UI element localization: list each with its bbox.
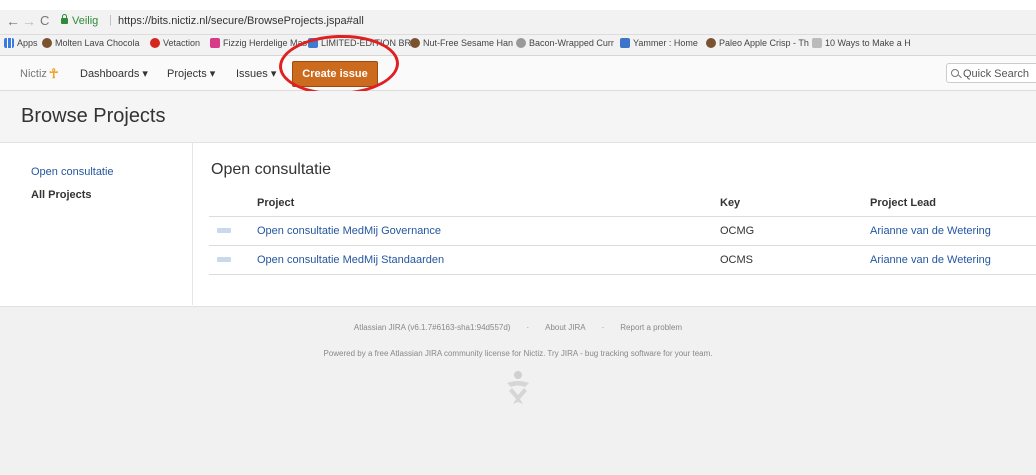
chef-icon [706, 38, 716, 48]
project-avatar [217, 228, 231, 233]
m-icon [210, 38, 220, 48]
project-link[interactable]: Open consultatie MedMij Standaarden [257, 254, 444, 266]
project-avatar [217, 257, 231, 262]
cropped-top-text [0, 0, 1036, 10]
project-key: OCMS [720, 254, 753, 266]
chef-icon [410, 38, 420, 48]
table-row: Open consultatie MedMij Standaarden OCMS… [209, 246, 1036, 274]
footer: Atlassian JIRA (v6.1.7#6163-sha1:94d557d… [0, 306, 1036, 475]
menu-projects[interactable]: Projects ▾ [167, 67, 215, 80]
page-header: Browse Projects [0, 91, 1036, 143]
column-header-key: Key [720, 197, 741, 209]
about-jira-link[interactable]: About JIRA [545, 323, 585, 332]
bookmark-item[interactable]: Paleo Apple Crisp - Th [706, 38, 809, 48]
quick-search-input[interactable]: Quick Search [946, 63, 1036, 83]
project-lead-link[interactable]: Arianne van de Wetering [870, 225, 991, 237]
projects-content: Open consultatie Project Key Project Lea… [193, 143, 1036, 305]
secure-label: Veilig [72, 15, 99, 27]
separator: | [109, 14, 112, 26]
jira-version[interactable]: Atlassian JIRA (v6.1.7#6163-sha1:94d557d… [354, 323, 511, 332]
bookmark-item[interactable]: Yammer : Home [620, 38, 698, 48]
sidebar-item-open-consultatie[interactable]: Open consultatie [31, 166, 114, 178]
page-icon [812, 38, 822, 48]
reload-button[interactable]: C [40, 13, 49, 28]
page-title: Browse Projects [21, 105, 166, 127]
bookmark-item[interactable]: Nut-Free Sesame Han [410, 38, 513, 48]
bookmark-item[interactable]: 10 Ways to Make a H [812, 38, 911, 48]
project-link[interactable]: Open consultatie MedMij Governance [257, 225, 441, 237]
search-icon [951, 69, 959, 77]
bookmark-item[interactable]: Vetaction [150, 38, 200, 48]
bookmark-apps[interactable]: Apps [4, 38, 38, 48]
chef-icon [42, 38, 52, 48]
footer-links: Atlassian JIRA (v6.1.7#6163-sha1:94d557d… [0, 323, 1036, 332]
menu-issues[interactable]: Issues ▾ [236, 67, 276, 80]
footer-dot: · [526, 323, 530, 332]
powered-by-text: Powered by a free Atlassian JIRA communi… [323, 349, 713, 358]
column-header-lead: Project Lead [870, 197, 937, 209]
column-header-project: Project [257, 197, 295, 209]
atlassian-logo-icon [507, 371, 529, 404]
table-divider [209, 274, 1036, 275]
footer-dot: · [601, 323, 605, 332]
gear-icon [516, 38, 526, 48]
url-field[interactable]: https://bits.nictiz.nl/secure/BrowseProj… [118, 15, 364, 27]
bookmark-item[interactable]: LIMITED-EDITION BR [308, 38, 411, 48]
section-heading: Open consultatie [211, 161, 332, 178]
forward-button[interactable]: → [22, 13, 36, 29]
vetaction-icon [150, 38, 160, 48]
sidebar: Open consultatie All Projects [0, 143, 193, 305]
create-issue-button[interactable]: Create issue [292, 61, 378, 87]
lock-icon [61, 14, 68, 24]
yammer-icon [620, 38, 630, 48]
sidebar-item-all-projects[interactable]: All Projects [31, 189, 92, 201]
table-row: Open consultatie MedMij Governance OCMG … [209, 217, 1036, 245]
project-key: OCMG [720, 225, 755, 237]
report-problem-link[interactable]: Report a problem [620, 323, 682, 332]
jira-header: Nictiz ☥ Dashboards ▾ Projects ▾ Issues ▾… [0, 56, 1036, 91]
nictiz-logo[interactable]: Nictiz ☥ [20, 66, 59, 82]
bookmark-item[interactable]: Molten Lava Chocola [42, 38, 140, 48]
apps-grid-icon [4, 38, 14, 48]
limited-icon [308, 38, 318, 48]
project-lead-link[interactable]: Arianne van de Wetering [870, 254, 991, 266]
bookmark-item[interactable]: Bacon-Wrapped Curr [516, 38, 614, 48]
back-button[interactable]: ← [6, 13, 20, 29]
bookmarks-bar: Apps Molten Lava Chocola Vetaction Fizzi… [0, 35, 1036, 56]
nictiz-figure-icon: ☥ [48, 66, 59, 81]
bookmark-item[interactable]: Fizzig Herdelige Mas [210, 38, 307, 48]
browser-address-bar: ← → C Veilig | https://bits.nictiz.nl/se… [0, 10, 1036, 35]
menu-dashboards[interactable]: Dashboards ▾ [80, 67, 148, 80]
